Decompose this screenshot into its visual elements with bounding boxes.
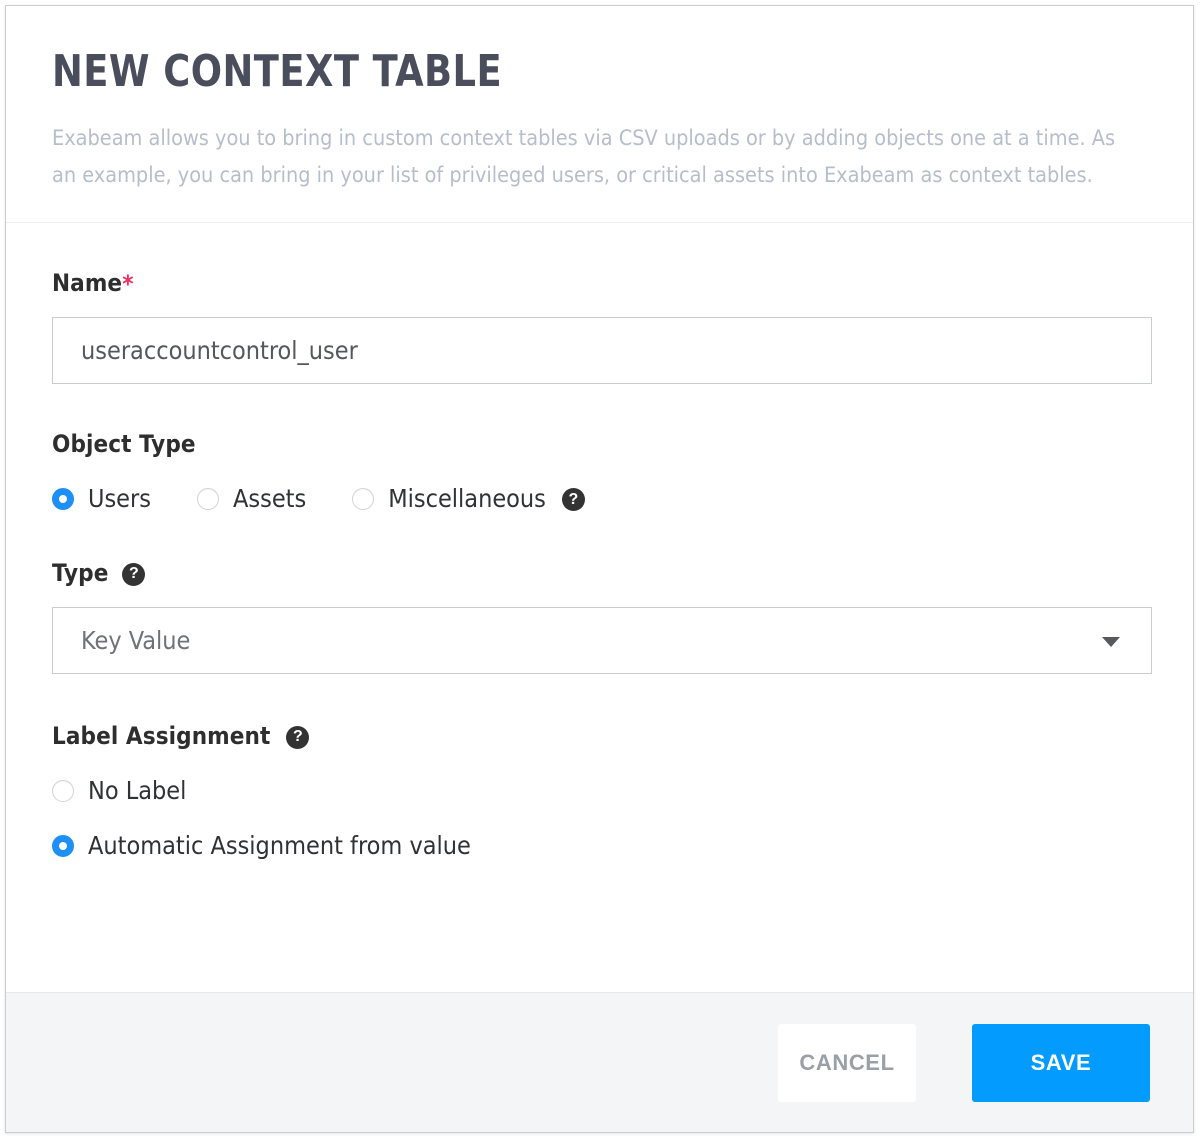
radio-option-miscellaneous[interactable]: Miscellaneous	[352, 484, 546, 513]
dialog-body: Name* Object Type Users Assets Mi	[6, 223, 1193, 992]
label-assignment-label: Label Assignment ?	[52, 722, 1147, 750]
dialog-description: Exabeam allows you to bring in custom co…	[52, 126, 1116, 188]
object-type-label-text: Object Type	[52, 430, 196, 458]
save-button[interactable]: SAVE	[972, 1023, 1150, 1102]
radio-option-no-label[interactable]: No Label	[52, 776, 1147, 805]
name-label-text: Name	[52, 269, 123, 297]
new-context-table-dialog: NEW CONTEXT TABLE Exabeam allows you to …	[5, 5, 1194, 1133]
object-type-radio-group: Users Assets Miscellaneous ?	[52, 484, 1147, 513]
help-circle-icon-type[interactable]: ?	[122, 562, 146, 586]
help-circle-icon-label-assignment[interactable]: ?	[286, 725, 310, 749]
page-title: NEW CONTEXT TABLE	[52, 46, 503, 97]
dialog-header: NEW CONTEXT TABLE Exabeam allows you to …	[6, 6, 1193, 223]
help-circle-icon-object-type[interactable]: ?	[561, 488, 585, 511]
help-glyph-object-type: ?	[568, 490, 579, 508]
radio-label-assets: Assets	[233, 484, 307, 513]
label-assignment-radio-group: No Label Automatic Assignment from value	[52, 776, 1147, 860]
radio-label-users: Users	[88, 484, 151, 513]
radio-indicator-automatic-assignment[interactable]	[52, 834, 74, 857]
name-field-group: Name *	[52, 269, 1152, 384]
radio-indicator-no-label[interactable]	[52, 779, 74, 802]
type-select-box[interactable]: Key Value	[52, 607, 1152, 674]
radio-option-users[interactable]: Users	[52, 484, 151, 513]
name-label: Name *	[52, 269, 1147, 297]
help-glyph-type: ?	[129, 565, 139, 582]
type-select-value: Key Value	[81, 626, 191, 655]
object-type-label: Object Type	[52, 430, 1147, 458]
radio-indicator-assets[interactable]	[197, 487, 219, 510]
type-label-text: Type	[52, 559, 109, 587]
cancel-button[interactable]: CANCEL	[778, 1023, 916, 1102]
required-asterisk: *	[122, 270, 134, 298]
radio-label-no-label: No Label	[88, 776, 187, 805]
name-input[interactable]	[52, 317, 1152, 384]
dialog-footer: CANCEL SAVE	[6, 992, 1193, 1132]
object-type-field-group: Object Type Users Assets Miscellaneous ?	[52, 430, 1147, 513]
radio-label-automatic-assignment: Automatic Assignment from value	[88, 831, 471, 860]
type-label: Type ?	[52, 559, 1147, 587]
help-glyph-label-assignment: ?	[293, 728, 303, 745]
radio-option-assets[interactable]: Assets	[197, 484, 306, 513]
radio-indicator-miscellaneous[interactable]	[352, 487, 375, 510]
type-field-group: Type ? Key Value	[52, 559, 1152, 674]
radio-indicator-users[interactable]	[52, 487, 74, 510]
type-select[interactable]: Key Value	[52, 607, 1152, 674]
label-assignment-label-text: Label Assignment	[52, 722, 271, 750]
radio-option-automatic-assignment[interactable]: Automatic Assignment from value	[52, 831, 1147, 860]
label-assignment-field-group: Label Assignment ? No Label Automatic As…	[52, 722, 1147, 860]
radio-label-miscellaneous: Miscellaneous	[388, 484, 546, 513]
